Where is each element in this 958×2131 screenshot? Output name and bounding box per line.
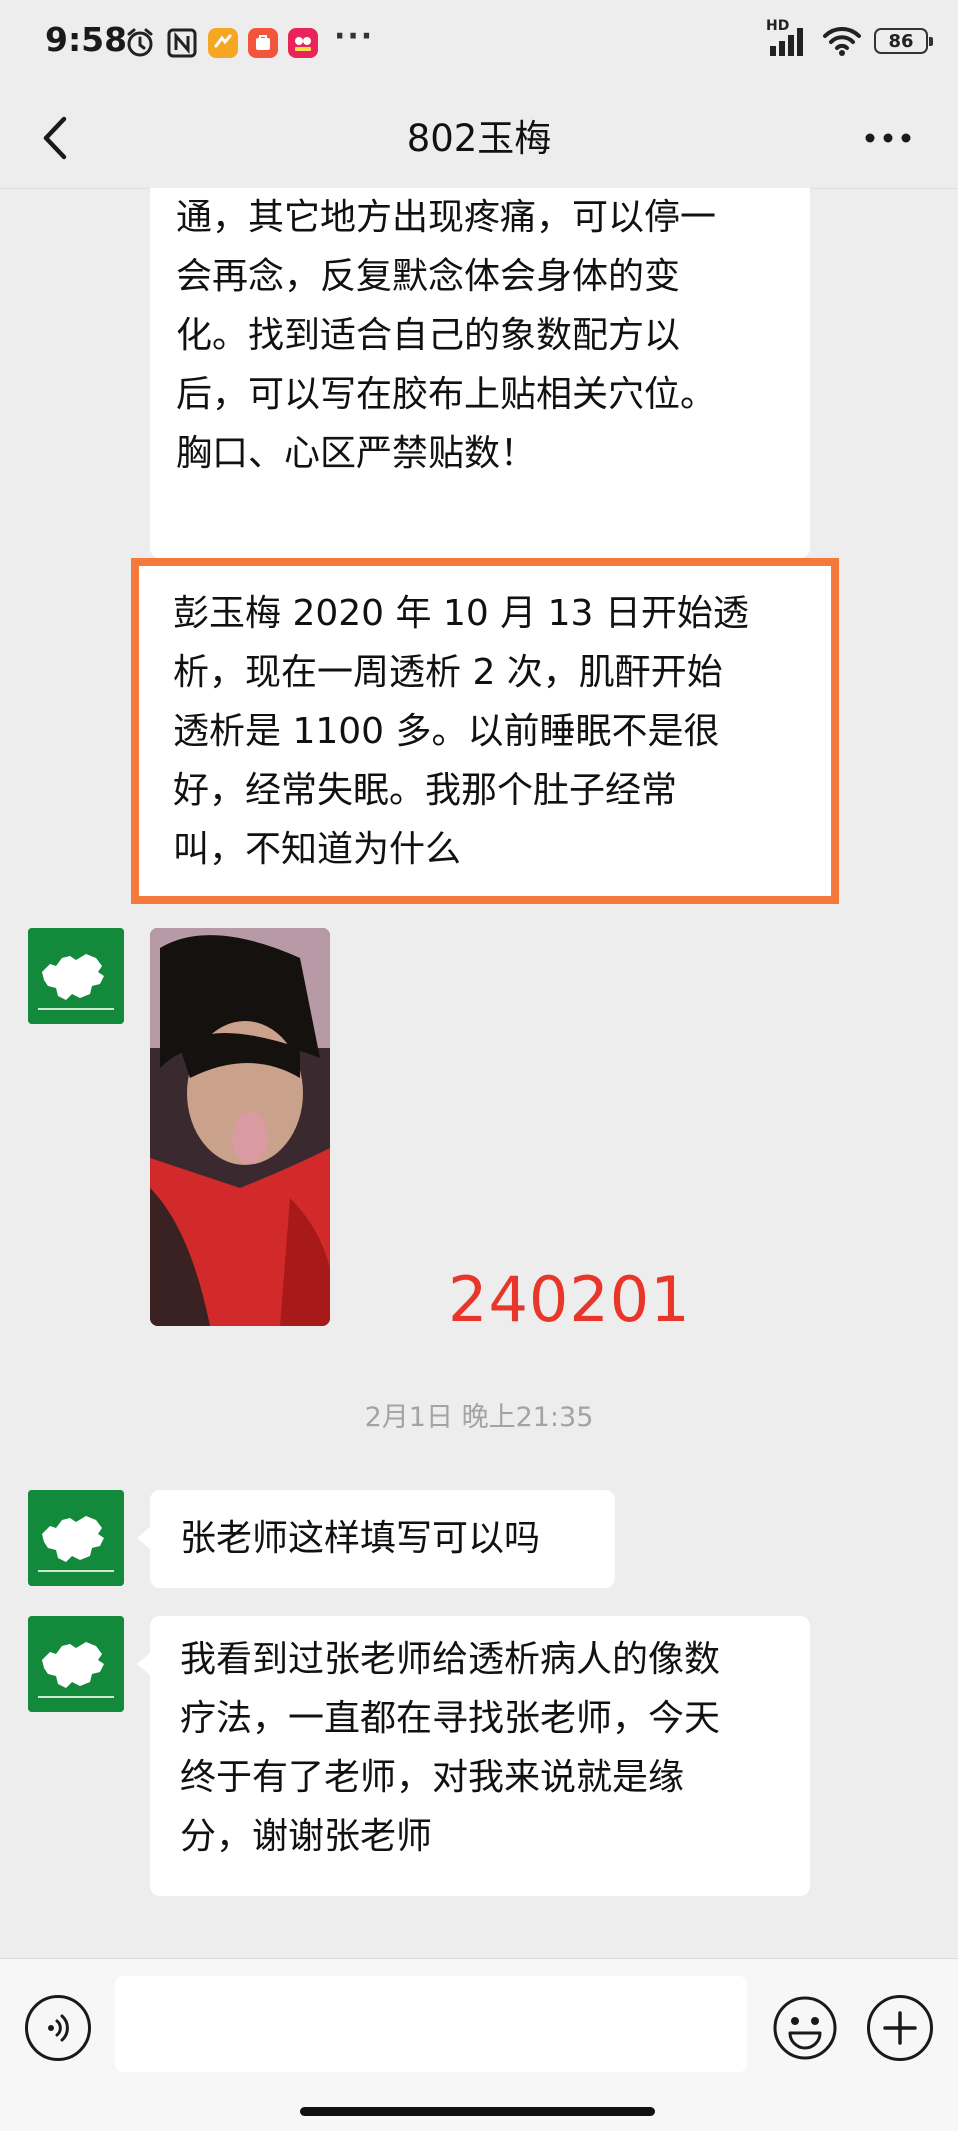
message-line: 疗法，一直都在寻找张老师，今天	[180, 1698, 721, 1739]
message-line: 分，谢谢张老师	[180, 1816, 433, 1857]
home-indicator[interactable]	[300, 2107, 655, 2116]
sender-avatar[interactable]	[28, 928, 124, 1024]
status-right: HD 86	[766, 18, 933, 58]
app-icon-pink	[288, 27, 318, 58]
sender-avatar[interactable]	[28, 1490, 124, 1586]
message-line: 终于有了老师，对我来说就是缘	[180, 1757, 685, 1798]
more-functions-button[interactable]	[867, 1995, 933, 2061]
message-line: 透析是 1100 多。以前睡眠不是很	[173, 711, 720, 752]
message-text: 张老师这样填写可以吗	[180, 1518, 541, 1559]
highlighted-message-bubble[interactable]: 彭玉梅 2020 年 10 月 13 日开始透 析，现在一周透析 2 次，肌酐开…	[131, 558, 839, 904]
voice-icon	[48, 2014, 69, 2042]
message-line: 通，其它地方出现疼痛，可以停一	[176, 197, 717, 238]
message-bubble-instructions[interactable]: 通，其它地方出现疼痛，可以停一 会再念，反复默念体会身体的变 化。找到适合自己的…	[150, 188, 810, 558]
message-line: 后，可以写在胶布上贴相关穴位。	[176, 374, 717, 415]
bubble-tail	[137, 1526, 151, 1550]
more-notifications-icon: ···	[334, 19, 375, 54]
battery-level: 86	[888, 30, 914, 52]
signal-icon: HD	[766, 18, 810, 58]
message-timestamp: 2月1日 晚上21:35	[364, 1402, 594, 1433]
china-map-icon	[28, 928, 124, 1024]
message-line: 叫，不知道为什么	[173, 829, 462, 870]
message-line: 胸口、心区严禁贴数！	[176, 433, 537, 474]
more-icon	[865, 133, 911, 143]
chat-image-photo[interactable]	[150, 928, 330, 1326]
message-bubble-question[interactable]: 张老师这样填写可以吗	[150, 1490, 615, 1588]
app-icon-orange	[208, 27, 238, 58]
chat-title: 802玉梅	[406, 117, 552, 160]
message-line: 化。找到适合自己的象数配方以	[176, 315, 681, 356]
image-annotation-number: 240201	[448, 1263, 691, 1336]
message-line: 析，现在一周透析 2 次，肌酐开始	[173, 652, 723, 693]
message-line: 彭玉梅 2020 年 10 月 13 日开始透	[173, 593, 749, 634]
message-line: 好，经常失眠。我那个肚子经常	[173, 770, 678, 811]
chat-header: 802玉梅	[0, 88, 958, 189]
message-bubble-thanks[interactable]: 我看到过张老师给透析病人的像数 疗法，一直都在寻找张老师，今天 终于有了老师，对…	[150, 1616, 810, 1896]
message-text-input[interactable]	[115, 1976, 747, 2072]
status-time: 9:58	[45, 20, 128, 59]
more-button[interactable]	[858, 118, 918, 158]
battery-icon: 86	[874, 28, 933, 54]
emoji-button[interactable]	[772, 1995, 838, 2061]
china-map-icon	[28, 1490, 124, 1586]
message-line: 我看到过张老师给透析病人的像数	[180, 1639, 721, 1680]
status-icons-left: ···	[124, 19, 374, 60]
photo-content-image	[150, 928, 330, 1326]
emoji-icon	[773, 1996, 837, 2060]
alarm-icon	[124, 27, 156, 59]
china-map-icon	[28, 1616, 124, 1712]
plus-icon	[883, 2011, 917, 2045]
bubble-tail	[137, 1652, 151, 1676]
highlighted-message-text: 彭玉梅 2020 年 10 月 13 日开始透 析，现在一周透析 2 次，肌酐开…	[173, 584, 813, 879]
nfc-icon	[166, 27, 198, 59]
sender-avatar[interactable]	[28, 1616, 124, 1712]
voice-input-button[interactable]	[25, 1995, 91, 2061]
wifi-icon	[822, 25, 862, 57]
app-icon-red	[248, 27, 278, 58]
chat-message-list[interactable]: 通，其它地方出现疼痛，可以停一 会再念，反复默念体会身体的变 化。找到适合自己的…	[0, 188, 958, 1958]
message-input-bar	[0, 1958, 958, 2131]
status-bar: 9:58 ··· HD 86	[0, 0, 958, 88]
network-badge: HD	[766, 18, 790, 34]
message-line: 会再念，反复默念体会身体的变	[176, 256, 681, 297]
